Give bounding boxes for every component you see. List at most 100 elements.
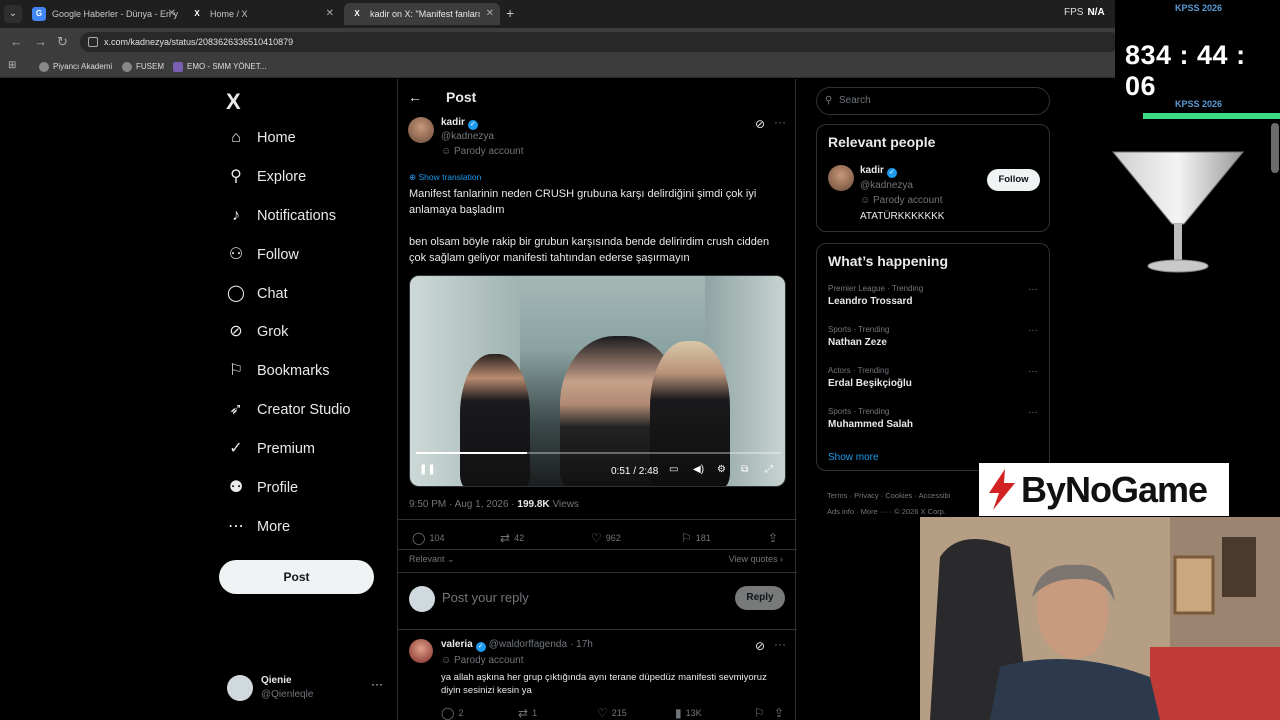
search-input[interactable]: ⚲ Search: [816, 87, 1050, 115]
nav-explore[interactable]: ⚲ Explore: [226, 165, 306, 189]
trend-item[interactable]: Sports · Trending Muhammed Salah ···: [828, 407, 1038, 430]
share-button[interactable]: ⇪: [774, 706, 788, 720]
google-news-favicon-icon: G: [32, 7, 46, 21]
url-input[interactable]: x.com/kadnezya/status/208362633651041087…: [80, 32, 1120, 52]
x-logo-icon[interactable]: X: [226, 89, 241, 115]
nav-bookmarks[interactable]: ⚐ Bookmarks: [226, 359, 330, 383]
comment-author-name: valeria: [441, 639, 473, 650]
tab-close-icon[interactable]: ✕: [486, 3, 494, 25]
like-button[interactable]: ♡ 962: [591, 531, 621, 545]
more-dots-icon[interactable]: ···: [1028, 366, 1038, 377]
more-dots-icon[interactable]: ···: [371, 677, 383, 691]
avatar[interactable]: [828, 165, 854, 191]
picture-in-picture-icon[interactable]: ⧉: [741, 464, 748, 475]
nav-grok[interactable]: ⊘ Grok: [226, 320, 288, 344]
nav-label: Explore: [257, 169, 307, 185]
follow-button[interactable]: Follow: [987, 169, 1040, 191]
trend-item[interactable]: Premier League · Trending Leandro Trossar…: [828, 284, 1038, 307]
author-handle[interactable]: @kadnezya: [441, 131, 494, 142]
reply-sort-dropdown[interactable]: Relevant ⌄: [409, 554, 455, 565]
tab-close-icon[interactable]: ✕: [326, 3, 334, 25]
fullscreen-icon[interactable]: ⤢: [765, 464, 773, 475]
nav-premium[interactable]: ✓ Premium: [226, 437, 315, 461]
site-info-icon[interactable]: [88, 37, 98, 47]
nav-notifications[interactable]: ♪ Notifications: [226, 204, 336, 228]
nav-home[interactable]: ⌂ Home: [226, 126, 296, 150]
scrollbar[interactable]: [1271, 123, 1279, 173]
like-button[interactable]: ♡ 215: [597, 706, 627, 720]
back-arrow-icon[interactable]: ←: [10, 34, 23, 50]
show-more-link[interactable]: Show more: [828, 452, 879, 463]
show-translation-link[interactable]: ⊕ Show translation: [409, 172, 481, 183]
avatar[interactable]: [408, 117, 434, 143]
tab-close-icon[interactable]: ✕: [168, 3, 176, 25]
bookmark-item[interactable]: Piyancı Akademi: [39, 60, 112, 74]
more-dots-icon[interactable]: ···: [774, 115, 786, 129]
reply-submit-button[interactable]: Reply: [735, 586, 785, 610]
comment-author[interactable]: valeria ✓ @waldorffagenda · 17h: [441, 639, 593, 652]
apps-grid-icon[interactable]: ⊞: [8, 61, 18, 71]
new-tab-button[interactable]: +: [506, 5, 514, 21]
account-switcher[interactable]: Qienie @Qienleqle ···: [227, 675, 387, 705]
post-actions: ◯ 104 ⇄ 42 ♡ 962 ⚐ 181 ⇪: [398, 531, 797, 547]
account-handle: @Qienleqle: [261, 689, 314, 700]
video-progress-bar[interactable]: [416, 452, 781, 454]
bookmark-button[interactable]: ⚐: [754, 706, 769, 720]
browser-tab[interactable]: G Google Haberler - Dünya - En y ✕: [26, 3, 182, 25]
nav-follow[interactable]: ⚇ Follow: [226, 243, 299, 267]
back-arrow-icon[interactable]: ←: [408, 89, 422, 105]
more-dots-icon[interactable]: ···: [1028, 325, 1038, 336]
trend-name: Erdal Beşikçioğlu: [828, 378, 912, 389]
nav-creator-studio[interactable]: ➶ Creator Studio: [226, 398, 350, 422]
repost-button[interactable]: ⇄ 42: [500, 531, 524, 545]
post-column: ← Post kadir ✓ @kadnezya ☺ Parody account…: [397, 79, 797, 720]
reply-button[interactable]: ◯ 104: [412, 531, 444, 545]
views-button[interactable]: ▮ 13K: [675, 706, 702, 720]
share-button[interactable]: ⇪: [768, 531, 782, 545]
view-quotes-link[interactable]: View quotes ›: [729, 554, 783, 564]
more-dots-icon[interactable]: ···: [1028, 284, 1038, 295]
avatar[interactable]: [409, 639, 433, 663]
nav-profile[interactable]: ⚉ Profile: [226, 476, 298, 500]
reply-button[interactable]: ◯ 2: [441, 706, 463, 720]
card-title: What’s happening: [828, 253, 949, 269]
bookmark-item[interactable]: FUSEM: [122, 60, 164, 74]
nav-label: Home: [257, 130, 296, 146]
forward-arrow-icon[interactable]: →: [34, 34, 47, 50]
bookmark-button[interactable]: ⚐ 181: [681, 531, 711, 545]
nav-chat[interactable]: ◯ Chat: [226, 282, 288, 306]
video-player[interactable]: ❚❚ 0:51 / 2:48 ▭ ◀) ⚙ ⧉ ⤢: [409, 275, 786, 487]
parody-text: Parody account: [454, 146, 524, 157]
browser-tab[interactable]: X Home / X ✕: [184, 3, 340, 25]
x-favicon-icon: X: [354, 9, 360, 18]
bookmark-label: Piyancı Akademi: [53, 62, 113, 71]
pause-icon[interactable]: ❚❚: [419, 464, 436, 475]
countdown-timer: 834 : 44 : 06: [1125, 40, 1246, 101]
reply-icon: ◯: [412, 531, 426, 545]
grok-explain-icon[interactable]: ⊘: [755, 117, 765, 131]
more-dots-icon[interactable]: ···: [774, 637, 786, 651]
parody-text: Parody account: [454, 655, 524, 666]
browser-tab-active[interactable]: X kadir on X: "Manifest fanları ✕: [344, 3, 500, 25]
nav-more[interactable]: ⋯ More: [226, 515, 290, 539]
repost-button[interactable]: ⇄ 1: [518, 706, 537, 720]
views-count: 13K: [685, 708, 702, 718]
comment-text: ya allah aşkına her grup çıktığında aynı…: [441, 672, 767, 696]
reply-input[interactable]: Post your reply: [442, 590, 529, 605]
captions-icon[interactable]: ▭: [669, 464, 678, 475]
post-button[interactable]: Post: [219, 560, 374, 594]
more-dots-icon[interactable]: ···: [1028, 407, 1038, 418]
trend-item[interactable]: Sports · Trending Nathan Zeze ···: [828, 325, 1038, 348]
person-handle[interactable]: @kadnezya: [860, 180, 913, 191]
author-name[interactable]: kadir ✓: [441, 117, 478, 130]
trend-item[interactable]: Actors · Trending Erdal Beşikçioğlu ···: [828, 366, 1038, 389]
avatar: [409, 586, 435, 612]
tab-search-menu-button[interactable]: ⌄: [4, 5, 22, 23]
person-name[interactable]: kadir ✓: [860, 165, 897, 178]
reload-icon[interactable]: ↻: [57, 34, 68, 50]
bookmark-item[interactable]: EMO - SMM YÖNET...: [173, 60, 266, 74]
nav-label: Notifications: [257, 208, 336, 224]
volume-icon[interactable]: ◀): [693, 464, 704, 475]
grok-explain-icon[interactable]: ⊘: [755, 639, 765, 653]
settings-gear-icon[interactable]: ⚙: [717, 464, 726, 475]
